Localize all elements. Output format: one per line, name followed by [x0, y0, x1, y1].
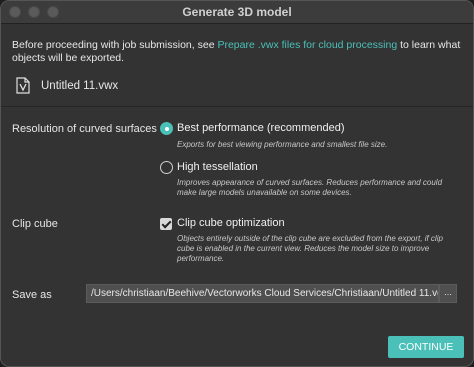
- best-performance-label[interactable]: Best performance (recommended): [177, 122, 345, 134]
- file-name: Untitled 11.vwx: [41, 80, 119, 92]
- high-tessellation-radio[interactable]: [160, 161, 173, 174]
- clip-cube-optimization-checkbox[interactable]: [160, 218, 172, 230]
- title-bar: Generate 3D model: [1, 1, 473, 24]
- intro-text: Before proceeding with job submission, s…: [12, 39, 467, 65]
- save-as-label: Save as: [12, 289, 52, 301]
- intro-text-before: Before proceeding with job submission, s…: [12, 39, 218, 51]
- clip-cube-description: Objects entirely outside of the clip cub…: [177, 234, 443, 263]
- save-path-field[interactable]: /Users/christiaan/Beehive/Vectorworks Cl…: [86, 284, 439, 303]
- high-tessellation-description: Improves appearance of curved surfaces. …: [177, 178, 443, 197]
- prepare-files-link[interactable]: Prepare .vwx files for cloud processing: [217, 39, 397, 51]
- resolution-label: Resolution of curved surfaces: [12, 123, 157, 135]
- clip-cube-label: Clip cube: [12, 218, 58, 230]
- vectorworks-file-icon: [16, 77, 30, 94]
- best-performance-radio[interactable]: [160, 122, 173, 135]
- window-title: Generate 3D model: [182, 5, 292, 19]
- high-tessellation-label[interactable]: High tessellation: [177, 161, 258, 173]
- best-performance-description: Exports for best viewing performance and…: [177, 140, 388, 149]
- continue-button[interactable]: CONTINUE: [388, 336, 464, 358]
- browse-button[interactable]: ...: [439, 284, 457, 303]
- clip-cube-optimization-label[interactable]: Clip cube optimization: [177, 217, 285, 229]
- divider: [1, 106, 473, 107]
- generate-3d-model-dialog: Generate 3D model Before proceeding with…: [0, 0, 474, 367]
